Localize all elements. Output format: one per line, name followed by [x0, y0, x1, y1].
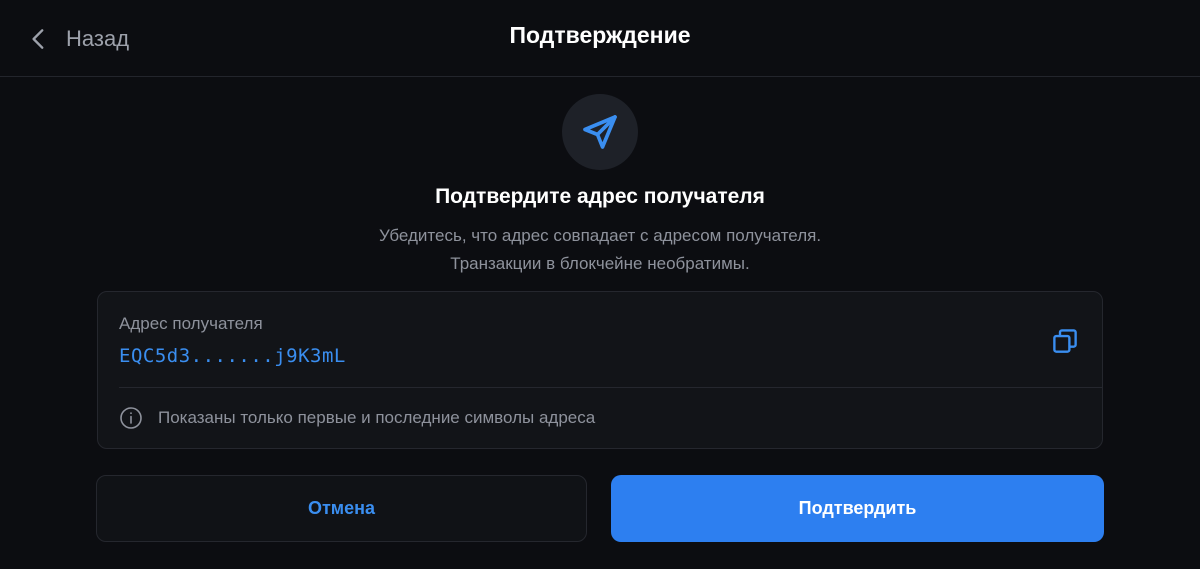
card-divider — [119, 387, 1102, 388]
recipient-address-card: Адрес получателя EQC5d3.......j9K3mL Пок… — [97, 291, 1103, 449]
recipient-address-label: Адрес получателя — [119, 314, 263, 333]
cancel-button[interactable]: Отмена — [96, 475, 587, 542]
page-title: Подтверждение — [509, 22, 691, 48]
address-note-text: Показаны только первые и последние симво… — [158, 408, 596, 427]
confirm-button[interactable]: Подтвердить — [611, 475, 1104, 542]
confirm-heading: Подтвердите адрес получателя — [435, 185, 765, 208]
subtitle-line-1: Убедитесь, что адрес совпадает с адресом… — [378, 226, 822, 245]
address-note: Показаны только первые и последние симво… — [119, 406, 595, 430]
info-icon — [120, 407, 142, 429]
send-icon — [583, 115, 617, 149]
copy-icon — [1053, 329, 1077, 353]
header-bar: Назад Подтверждение — [0, 0, 1200, 77]
recipient-address-value: EQC5d3.......j9K3mL — [119, 345, 346, 367]
confirm-subtitle: Убедитесь, что адрес совпадает с адресом… — [0, 222, 1200, 278]
copy-address-button[interactable] — [1050, 326, 1080, 356]
send-icon-badge — [562, 94, 638, 170]
subtitle-line-2: Транзакции в блокчейне необратимы. — [450, 254, 750, 273]
